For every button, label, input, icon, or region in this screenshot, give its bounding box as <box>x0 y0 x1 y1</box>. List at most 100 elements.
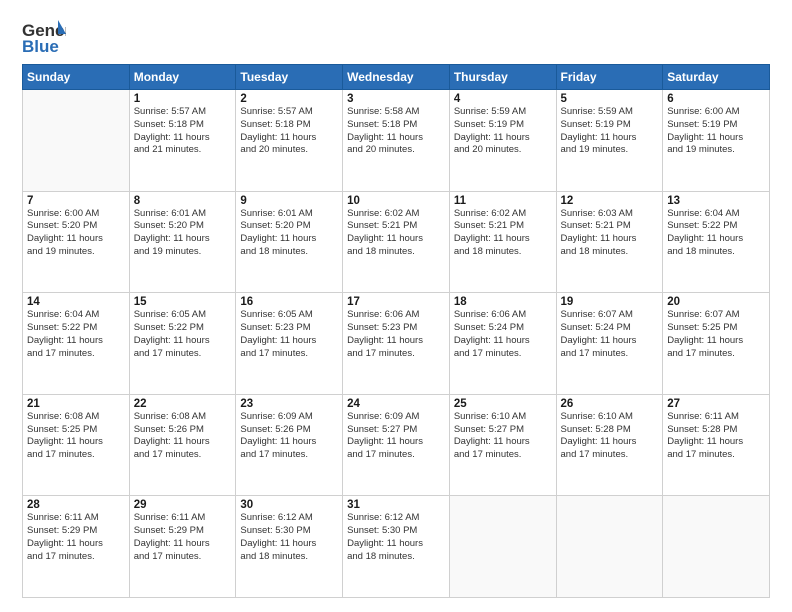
day-number: 2 <box>240 93 338 105</box>
day-info: Sunrise: 6:11 AM Sunset: 5:29 PM Dayligh… <box>27 512 125 563</box>
weekday-header-row: SundayMondayTuesdayWednesdayThursdayFrid… <box>23 65 770 90</box>
day-number: 6 <box>667 93 765 105</box>
day-number: 16 <box>240 296 338 308</box>
day-number: 27 <box>667 398 765 410</box>
calendar-table: SundayMondayTuesdayWednesdayThursdayFrid… <box>22 64 770 598</box>
weekday-header-saturday: Saturday <box>663 65 770 90</box>
week-row-1: 1Sunrise: 5:57 AM Sunset: 5:18 PM Daylig… <box>23 90 770 192</box>
calendar-cell: 29Sunrise: 6:11 AM Sunset: 5:29 PM Dayli… <box>129 496 236 598</box>
day-info: Sunrise: 6:05 AM Sunset: 5:23 PM Dayligh… <box>240 309 338 360</box>
logo-icon: General Blue <box>22 18 66 56</box>
day-number: 19 <box>561 296 659 308</box>
day-info: Sunrise: 5:59 AM Sunset: 5:19 PM Dayligh… <box>454 106 552 157</box>
day-number: 11 <box>454 195 552 207</box>
day-info: Sunrise: 6:08 AM Sunset: 5:26 PM Dayligh… <box>134 411 232 462</box>
day-number: 10 <box>347 195 445 207</box>
calendar-cell: 18Sunrise: 6:06 AM Sunset: 5:24 PM Dayli… <box>449 293 556 395</box>
day-number: 7 <box>27 195 125 207</box>
calendar-cell: 25Sunrise: 6:10 AM Sunset: 5:27 PM Dayli… <box>449 394 556 496</box>
day-number: 30 <box>240 499 338 511</box>
day-info: Sunrise: 6:01 AM Sunset: 5:20 PM Dayligh… <box>240 208 338 259</box>
day-number: 31 <box>347 499 445 511</box>
calendar-cell <box>556 496 663 598</box>
day-info: Sunrise: 5:58 AM Sunset: 5:18 PM Dayligh… <box>347 106 445 157</box>
day-number: 3 <box>347 93 445 105</box>
week-row-3: 14Sunrise: 6:04 AM Sunset: 5:22 PM Dayli… <box>23 293 770 395</box>
calendar-cell <box>449 496 556 598</box>
day-info: Sunrise: 6:05 AM Sunset: 5:22 PM Dayligh… <box>134 309 232 360</box>
calendar-cell: 11Sunrise: 6:02 AM Sunset: 5:21 PM Dayli… <box>449 191 556 293</box>
day-info: Sunrise: 6:01 AM Sunset: 5:20 PM Dayligh… <box>134 208 232 259</box>
calendar-cell: 8Sunrise: 6:01 AM Sunset: 5:20 PM Daylig… <box>129 191 236 293</box>
week-row-5: 28Sunrise: 6:11 AM Sunset: 5:29 PM Dayli… <box>23 496 770 598</box>
day-number: 5 <box>561 93 659 105</box>
day-number: 29 <box>134 499 232 511</box>
day-info: Sunrise: 6:12 AM Sunset: 5:30 PM Dayligh… <box>240 512 338 563</box>
svg-text:Blue: Blue <box>22 37 59 56</box>
day-info: Sunrise: 5:59 AM Sunset: 5:19 PM Dayligh… <box>561 106 659 157</box>
day-number: 4 <box>454 93 552 105</box>
day-info: Sunrise: 6:06 AM Sunset: 5:23 PM Dayligh… <box>347 309 445 360</box>
day-info: Sunrise: 6:08 AM Sunset: 5:25 PM Dayligh… <box>27 411 125 462</box>
day-info: Sunrise: 6:04 AM Sunset: 5:22 PM Dayligh… <box>27 309 125 360</box>
calendar-cell: 5Sunrise: 5:59 AM Sunset: 5:19 PM Daylig… <box>556 90 663 192</box>
calendar-cell: 19Sunrise: 6:07 AM Sunset: 5:24 PM Dayli… <box>556 293 663 395</box>
day-number: 9 <box>240 195 338 207</box>
day-info: Sunrise: 5:57 AM Sunset: 5:18 PM Dayligh… <box>240 106 338 157</box>
day-info: Sunrise: 6:11 AM Sunset: 5:28 PM Dayligh… <box>667 411 765 462</box>
day-info: Sunrise: 6:00 AM Sunset: 5:20 PM Dayligh… <box>27 208 125 259</box>
weekday-header-sunday: Sunday <box>23 65 130 90</box>
calendar-cell: 3Sunrise: 5:58 AM Sunset: 5:18 PM Daylig… <box>343 90 450 192</box>
calendar-cell <box>23 90 130 192</box>
day-info: Sunrise: 6:11 AM Sunset: 5:29 PM Dayligh… <box>134 512 232 563</box>
day-number: 25 <box>454 398 552 410</box>
day-info: Sunrise: 6:07 AM Sunset: 5:25 PM Dayligh… <box>667 309 765 360</box>
calendar-cell: 12Sunrise: 6:03 AM Sunset: 5:21 PM Dayli… <box>556 191 663 293</box>
day-number: 28 <box>27 499 125 511</box>
day-number: 12 <box>561 195 659 207</box>
day-number: 14 <box>27 296 125 308</box>
day-info: Sunrise: 6:07 AM Sunset: 5:24 PM Dayligh… <box>561 309 659 360</box>
day-number: 24 <box>347 398 445 410</box>
calendar-cell: 15Sunrise: 6:05 AM Sunset: 5:22 PM Dayli… <box>129 293 236 395</box>
calendar-cell: 28Sunrise: 6:11 AM Sunset: 5:29 PM Dayli… <box>23 496 130 598</box>
weekday-header-tuesday: Tuesday <box>236 65 343 90</box>
calendar-cell: 14Sunrise: 6:04 AM Sunset: 5:22 PM Dayli… <box>23 293 130 395</box>
day-number: 8 <box>134 195 232 207</box>
day-number: 26 <box>561 398 659 410</box>
calendar-cell: 6Sunrise: 6:00 AM Sunset: 5:19 PM Daylig… <box>663 90 770 192</box>
calendar-cell <box>663 496 770 598</box>
weekday-header-monday: Monday <box>129 65 236 90</box>
week-row-2: 7Sunrise: 6:00 AM Sunset: 5:20 PM Daylig… <box>23 191 770 293</box>
day-info: Sunrise: 6:03 AM Sunset: 5:21 PM Dayligh… <box>561 208 659 259</box>
calendar-cell: 17Sunrise: 6:06 AM Sunset: 5:23 PM Dayli… <box>343 293 450 395</box>
day-info: Sunrise: 6:12 AM Sunset: 5:30 PM Dayligh… <box>347 512 445 563</box>
weekday-header-friday: Friday <box>556 65 663 90</box>
calendar-cell: 20Sunrise: 6:07 AM Sunset: 5:25 PM Dayli… <box>663 293 770 395</box>
day-info: Sunrise: 5:57 AM Sunset: 5:18 PM Dayligh… <box>134 106 232 157</box>
calendar-cell: 4Sunrise: 5:59 AM Sunset: 5:19 PM Daylig… <box>449 90 556 192</box>
day-info: Sunrise: 6:09 AM Sunset: 5:26 PM Dayligh… <box>240 411 338 462</box>
calendar-cell: 10Sunrise: 6:02 AM Sunset: 5:21 PM Dayli… <box>343 191 450 293</box>
calendar-cell: 31Sunrise: 6:12 AM Sunset: 5:30 PM Dayli… <box>343 496 450 598</box>
calendar-cell: 21Sunrise: 6:08 AM Sunset: 5:25 PM Dayli… <box>23 394 130 496</box>
weekday-header-wednesday: Wednesday <box>343 65 450 90</box>
day-info: Sunrise: 6:09 AM Sunset: 5:27 PM Dayligh… <box>347 411 445 462</box>
header: General Blue <box>22 18 770 56</box>
day-info: Sunrise: 6:02 AM Sunset: 5:21 PM Dayligh… <box>347 208 445 259</box>
day-info: Sunrise: 6:02 AM Sunset: 5:21 PM Dayligh… <box>454 208 552 259</box>
day-info: Sunrise: 6:04 AM Sunset: 5:22 PM Dayligh… <box>667 208 765 259</box>
day-number: 22 <box>134 398 232 410</box>
logo: General Blue <box>22 18 70 56</box>
day-info: Sunrise: 6:00 AM Sunset: 5:19 PM Dayligh… <box>667 106 765 157</box>
week-row-4: 21Sunrise: 6:08 AM Sunset: 5:25 PM Dayli… <box>23 394 770 496</box>
day-info: Sunrise: 6:06 AM Sunset: 5:24 PM Dayligh… <box>454 309 552 360</box>
calendar-cell: 13Sunrise: 6:04 AM Sunset: 5:22 PM Dayli… <box>663 191 770 293</box>
day-number: 21 <box>27 398 125 410</box>
day-info: Sunrise: 6:10 AM Sunset: 5:28 PM Dayligh… <box>561 411 659 462</box>
calendar-cell: 26Sunrise: 6:10 AM Sunset: 5:28 PM Dayli… <box>556 394 663 496</box>
day-number: 1 <box>134 93 232 105</box>
calendar-cell: 27Sunrise: 6:11 AM Sunset: 5:28 PM Dayli… <box>663 394 770 496</box>
calendar-cell: 2Sunrise: 5:57 AM Sunset: 5:18 PM Daylig… <box>236 90 343 192</box>
calendar-cell: 30Sunrise: 6:12 AM Sunset: 5:30 PM Dayli… <box>236 496 343 598</box>
